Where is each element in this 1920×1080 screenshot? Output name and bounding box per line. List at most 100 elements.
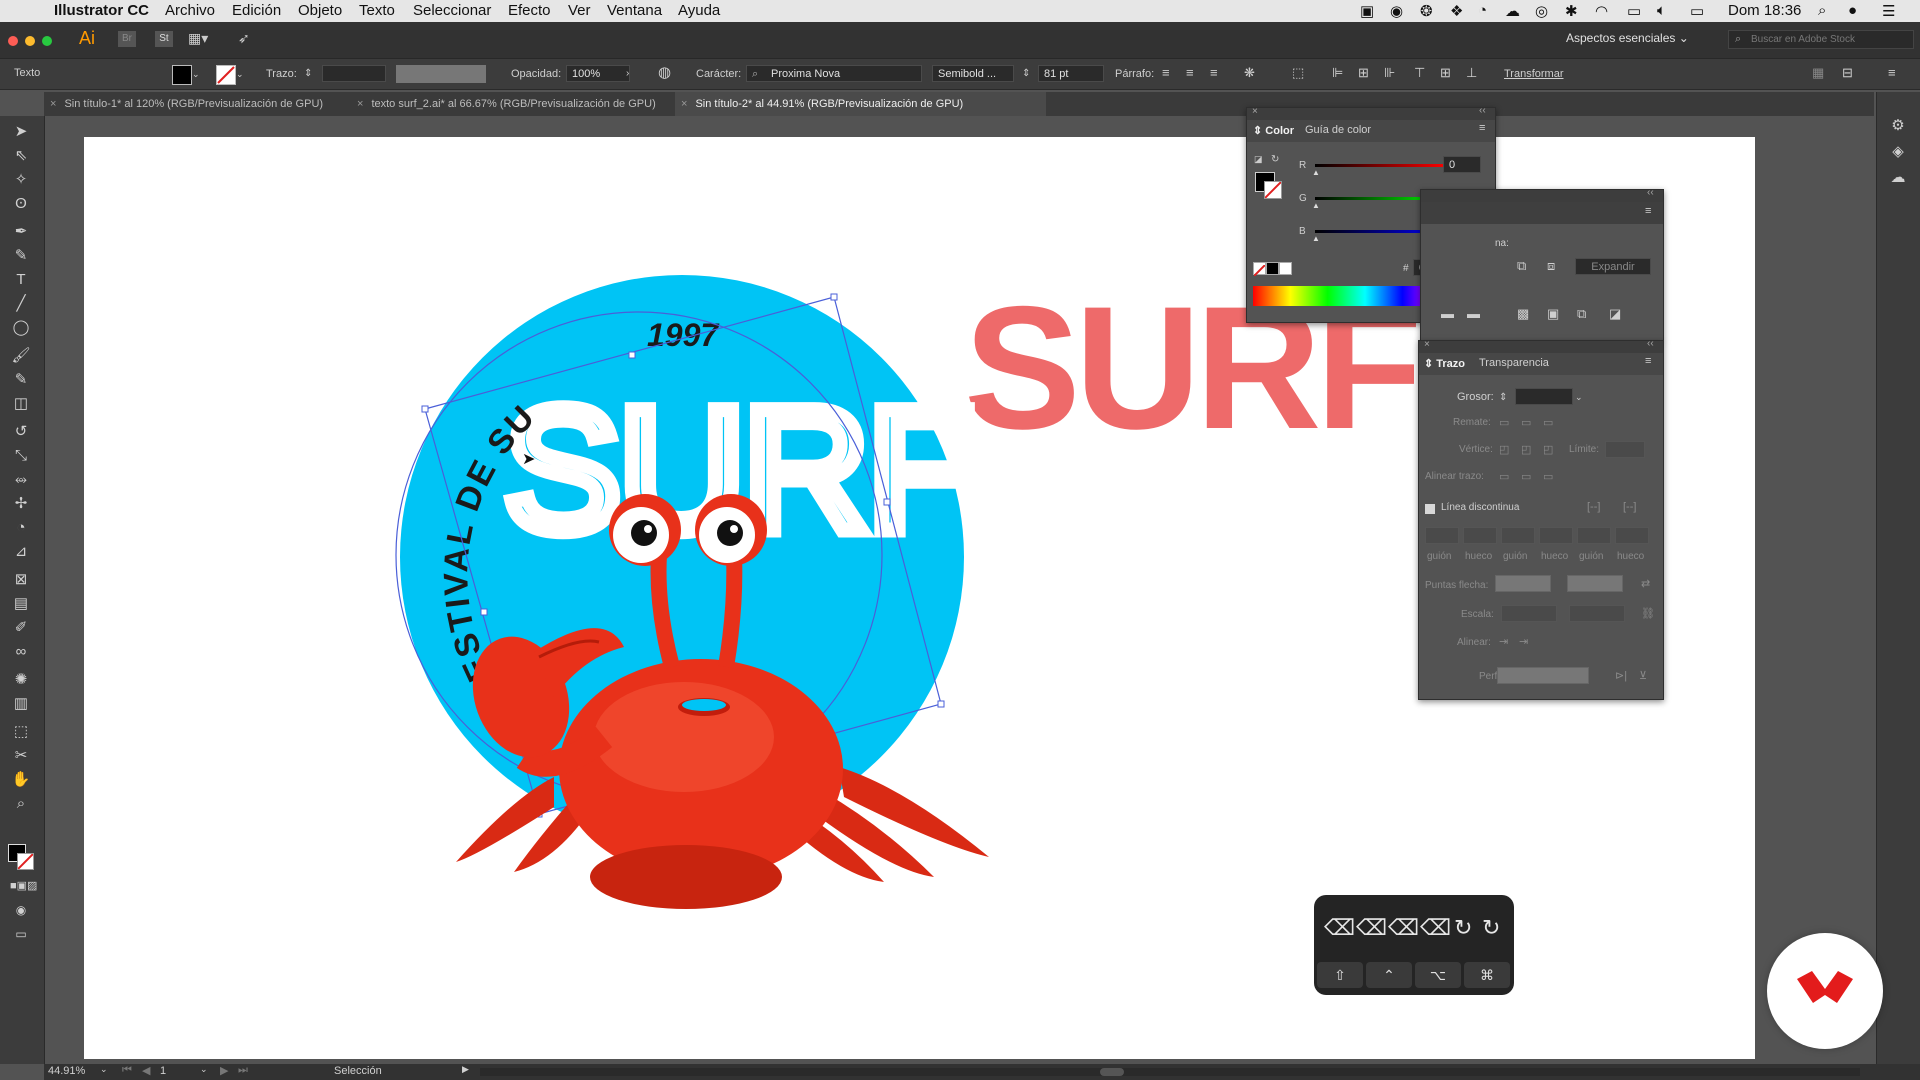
tab-stroke[interactable]: ⇕ Trazo [1424,357,1465,370]
align-right-edges-icon[interactable]: ⊪ [1384,65,1395,81]
scale-tool-icon[interactable]: ⤡ [10,446,32,466]
curvature-tool-icon[interactable]: ✎ [10,246,32,266]
variable-width-profile[interactable] [396,65,486,83]
align-center-stroke-icon[interactable]: ▭ [1499,469,1509,485]
miter-join-icon[interactable]: ◰ [1499,442,1509,458]
align-vertical-center-icon[interactable]: ⊞ [1440,65,1451,81]
wifi-icon[interactable]: ◠ [1595,2,1608,20]
horizontal-scroll-thumb[interactable] [1100,1068,1124,1076]
dropbox-icon[interactable]: ❖ [1450,2,1463,20]
dash-1-field[interactable] [1425,527,1459,544]
pen-tool-icon[interactable]: ✒ [10,222,32,242]
dash-3-field[interactable] [1577,527,1611,544]
dash-align-icon[interactable]: [--] [1623,499,1636,515]
shaper-tool-icon[interactable]: ✎ [10,370,32,390]
paintbrush-tool-icon[interactable]: 🖌︎ [10,346,32,366]
merge-icon[interactable]: ▩ [1517,306,1529,322]
gap-2-field[interactable] [1539,527,1573,544]
menu-seleccionar[interactable]: Seleccionar [413,2,491,19]
default-colors-icon[interactable]: ◪ [1254,154,1266,164]
tab-color[interactable]: ⇕ Color [1253,124,1294,137]
collapse-panel-icon[interactable]: ‹‹ [1479,105,1486,116]
align-horizontal-center-icon[interactable]: ⊞ [1358,65,1369,81]
arrange-documents-icon[interactable]: ▦▾ [188,30,208,47]
delete-key-2[interactable]: ⌫ [1356,915,1387,941]
align-bottom-edges-icon[interactable]: ⊥ [1466,65,1477,81]
eye-icon[interactable]: ◎ [1535,2,1548,20]
align-right-icon[interactable]: ≡ [1210,65,1218,81]
panel-options-icon[interactable]: ⊟ [1842,65,1853,81]
properties-panel-icon[interactable]: ⚙ [1887,116,1909,136]
menu-edicion[interactable]: Edición [232,2,281,19]
cloud-icon[interactable]: ☁ [1505,2,1520,20]
bbox-handle-tr[interactable] [830,293,838,301]
crop-icon[interactable]: ▣ [1547,306,1559,322]
shift-key[interactable]: ⇧ [1317,962,1363,988]
b-slider-thumb[interactable]: ▲ [1312,234,1320,243]
magic-wand-tool-icon[interactable]: ✧ [10,170,32,190]
dashed-line-checkbox[interactable] [1425,504,1435,514]
draw-mode-icon[interactable]: ◉ [10,900,32,920]
blend-tool-icon[interactable]: ∞ [10,642,32,662]
gap-1-field[interactable] [1463,527,1497,544]
perspective-grid-tool-icon[interactable]: ⊿ [10,542,32,562]
swap-arrowheads-icon[interactable]: ⇄ [1641,576,1650,592]
weight-field[interactable] [1515,388,1573,405]
outline-icon[interactable]: ⧉ [1577,306,1586,322]
panel-stroke-swatch[interactable] [1264,181,1282,199]
horizontal-scrollbar[interactable] [480,1068,1860,1076]
limit-field[interactable] [1605,441,1645,458]
artboard-tool-icon[interactable]: ⬚ [10,722,32,742]
start-arrowhead-select[interactable] [1495,575,1551,592]
delete-key-1[interactable]: ⌫ [1324,915,1355,941]
font-size-stepper[interactable]: ⇕ [1022,66,1030,82]
menu-app-name[interactable]: Illustrator CC [54,2,149,19]
close-panel-icon[interactable]: × [1424,339,1430,350]
delete-key-4[interactable]: ⌫ [1420,915,1451,941]
previous-artboard-icon[interactable]: ◀ [142,1064,150,1077]
close-tab-icon[interactable]: × [681,98,687,110]
layers-panel-icon[interactable]: ◈ [1887,142,1909,162]
shape-builder-tool-icon[interactable]: ◔ [10,518,32,538]
siri-icon[interactable]: ● [1848,2,1857,19]
lasso-tool-icon[interactable]: ʘ [10,194,32,214]
arrow-place-icon[interactable]: ⇥ [1519,634,1528,650]
clock[interactable]: Dom 18:36 [1728,2,1801,19]
flip-along-icon[interactable]: ⊳| [1615,668,1627,684]
minus-back-icon[interactable]: ◪ [1609,306,1621,322]
fill-dropdown-icon[interactable]: ⌄ [192,66,200,82]
spotlight-search-icon[interactable]: ⌕ [1818,2,1826,19]
white-color-button[interactable] [1279,262,1292,275]
round-cap-icon[interactable]: ▭ [1521,415,1531,431]
collapse-panel-icon[interactable]: ‹‹ [1647,187,1654,198]
minimize-window-button[interactable] [25,36,35,46]
stroke-weight-field[interactable] [322,65,386,82]
link-scale-icon[interactable]: ⛓ [1641,606,1655,622]
divide-icon[interactable]: ▬ [1441,306,1454,322]
g-slider-thumb[interactable]: ▲ [1312,201,1320,210]
slice-tool-icon[interactable]: ✂ [10,746,32,766]
notification-center-icon[interactable]: ☰ [1882,2,1895,20]
battery-icon[interactable]: ▭ [1690,2,1704,20]
ellipse-tool-icon[interactable]: ◯ [10,318,32,338]
opacity-field[interactable]: 100% [566,65,630,82]
r-value-field[interactable]: 0 [1443,156,1481,173]
intersect-icon[interactable]: ⧉ [1517,258,1526,274]
zoom-dropdown-icon[interactable]: ⌄ [100,1064,108,1075]
hand-tool-icon[interactable]: ✋ [10,770,32,790]
bbox-handle-br[interactable] [937,700,945,708]
font-style-field[interactable]: Semibold ... [932,65,1014,82]
black-color-button[interactable] [1266,262,1279,275]
panel-menu-icon[interactable]: ≡ [1645,205,1651,217]
airplay-icon[interactable]: ▭ [1627,2,1641,20]
delete-key-3[interactable]: ⌫ [1388,915,1419,941]
stroke-dropdown-icon[interactable]: ⌄ [236,66,244,82]
send-icon[interactable]: ➶ [238,30,250,47]
tab-document-3[interactable]: × Sin título-2* al 44.91% (RGB/Previsuali… [675,92,1046,116]
stock-button[interactable]: St [155,31,173,47]
screen-mode-icon[interactable]: ▭ [10,924,32,944]
option-key[interactable]: ⌥ [1415,962,1461,988]
font-size-field[interactable]: 81 pt [1038,65,1104,82]
align-outside-stroke-icon[interactable]: ▭ [1543,469,1553,485]
feed-icon[interactable]: ◔ [1478,2,1487,19]
